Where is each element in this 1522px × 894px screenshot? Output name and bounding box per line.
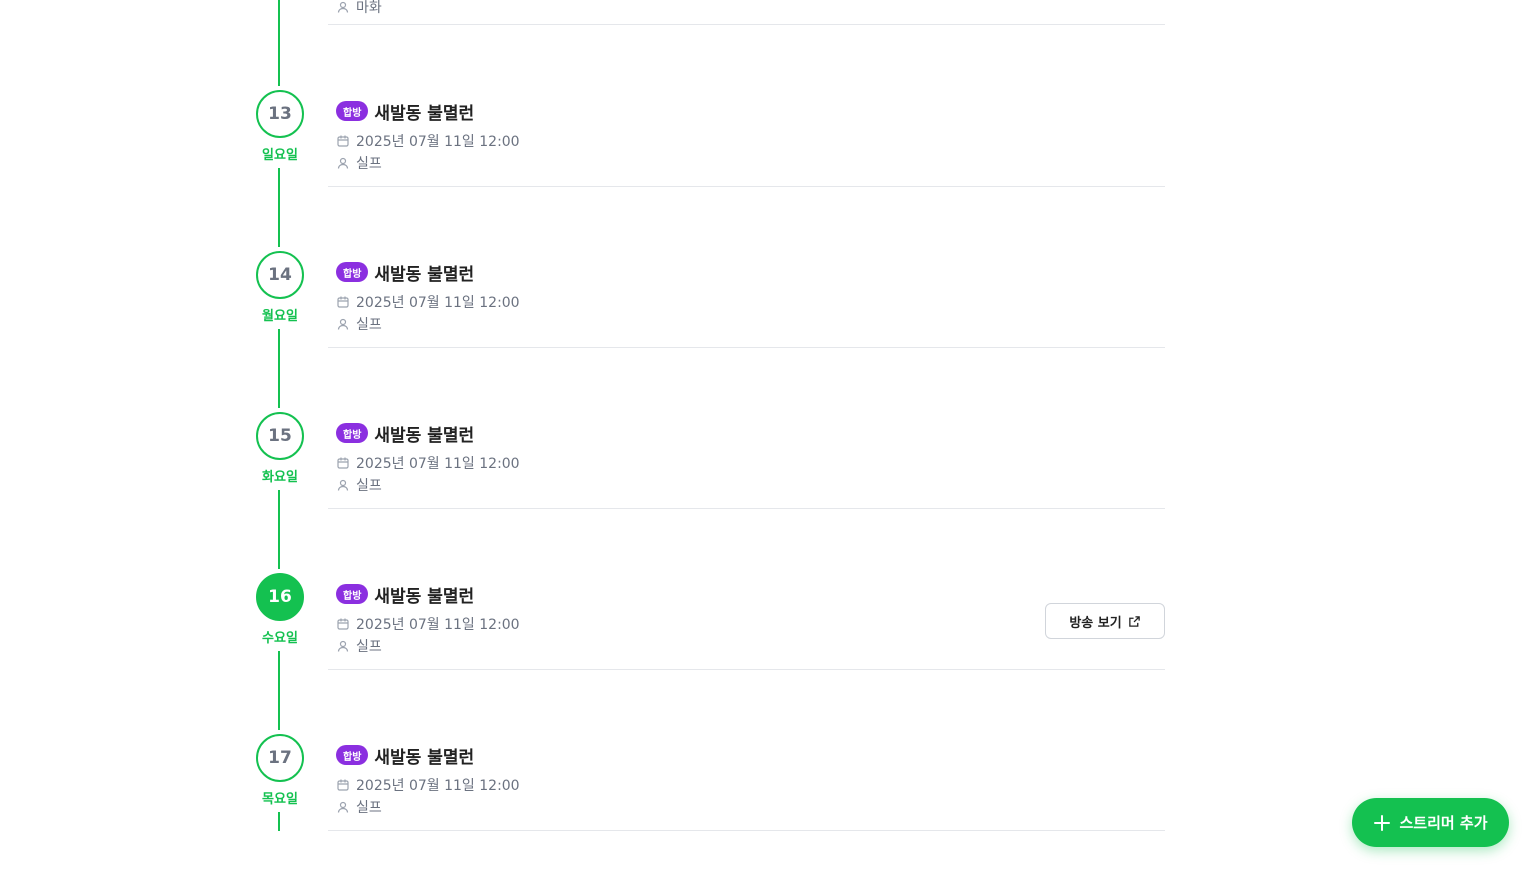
schedule-page: 마화 13 일요일 합방 새발동 불멸런 2025년 07월 11일 12:00… bbox=[0, 0, 1522, 894]
weekday-label: 화요일 bbox=[262, 470, 298, 485]
streamer-meta: 실프 bbox=[336, 314, 382, 334]
title-line: 합방 새발동 불멸런 bbox=[336, 260, 475, 285]
calendar-icon bbox=[337, 296, 349, 308]
streamer-name: 실프 bbox=[356, 156, 382, 172]
day-circle: 13 bbox=[256, 90, 304, 138]
day-circle-today: 16 bbox=[256, 573, 304, 621]
stream-title: 새발동 불멸런 bbox=[374, 264, 475, 285]
collab-badge: 합방 bbox=[336, 745, 369, 765]
streamer-name: 실프 bbox=[356, 478, 382, 494]
schedule-row-partial[interactable]: 마화 bbox=[328, 0, 1165, 25]
watch-stream-label: 방송 보기 bbox=[1069, 615, 1122, 631]
streamer-meta: 실프 bbox=[336, 153, 382, 173]
streamer-meta: 실프 bbox=[336, 636, 382, 656]
timeline-line bbox=[278, 168, 280, 247]
day-circle: 15 bbox=[256, 412, 304, 460]
streamer-name: 실프 bbox=[356, 800, 382, 816]
calendar-icon bbox=[337, 618, 349, 630]
weekday-label: 일요일 bbox=[262, 148, 298, 163]
weekday-label: 월요일 bbox=[262, 309, 298, 324]
schedule-row[interactable]: 합방 새발동 불멸런 2025년 07월 11일 12:00 실프 방송 보기 bbox=[328, 509, 1165, 670]
title-line: 합방 새발동 불멸런 bbox=[336, 99, 475, 124]
stream-datetime: 2025년 07월 11일 12:00 bbox=[356, 778, 520, 794]
add-streamer-button[interactable]: 스트리머 추가 bbox=[1352, 798, 1509, 847]
title-line: 합방 새발동 불멸런 bbox=[336, 582, 475, 607]
stream-title: 새발동 불멸런 bbox=[374, 747, 475, 768]
title-line: 합방 새발동 불멸런 bbox=[336, 743, 475, 768]
calendar-icon bbox=[337, 457, 349, 469]
calendar-icon bbox=[337, 779, 349, 791]
streamer-name: 실프 bbox=[356, 317, 382, 333]
collab-badge: 합방 bbox=[336, 423, 369, 443]
watch-stream-button[interactable]: 방송 보기 bbox=[1045, 603, 1165, 639]
day-circle: 14 bbox=[256, 251, 304, 299]
streamer-meta: 실프 bbox=[336, 475, 382, 495]
stream-title: 새발동 불멸런 bbox=[374, 103, 475, 124]
collab-badge: 합방 bbox=[336, 262, 369, 282]
day-circle: 17 bbox=[256, 734, 304, 782]
timeline-line bbox=[278, 651, 280, 730]
streamer-name: 실프 bbox=[356, 639, 382, 655]
stream-datetime: 2025년 07월 11일 12:00 bbox=[356, 456, 520, 472]
datetime-meta: 2025년 07월 11일 12:00 bbox=[336, 292, 520, 312]
collab-badge: 합방 bbox=[336, 101, 369, 121]
stream-datetime: 2025년 07월 11일 12:00 bbox=[356, 295, 520, 311]
schedule-row[interactable]: 합방 새발동 불멸런 2025년 07월 11일 12:00 실프 bbox=[328, 670, 1165, 831]
weekday-label: 목요일 bbox=[262, 792, 298, 807]
user-icon bbox=[337, 157, 349, 169]
streamer-meta: 실프 bbox=[336, 797, 382, 817]
streamer-meta: 마화 bbox=[336, 0, 382, 17]
weekday-label: 수요일 bbox=[262, 631, 298, 646]
user-icon bbox=[337, 640, 349, 652]
streamer-name: 마화 bbox=[356, 0, 382, 16]
schedule-row[interactable]: 합방 새발동 불멸런 2025년 07월 11일 12:00 실프 bbox=[328, 187, 1165, 348]
schedule-row[interactable]: 합방 새발동 불멸런 2025년 07월 11일 12:00 실프 bbox=[328, 348, 1165, 509]
timeline-line bbox=[278, 329, 280, 408]
stream-datetime: 2025년 07월 11일 12:00 bbox=[356, 134, 520, 150]
timeline-line bbox=[278, 490, 280, 569]
stream-title: 새발동 불멸런 bbox=[374, 425, 475, 446]
datetime-meta: 2025년 07월 11일 12:00 bbox=[336, 775, 520, 795]
external-link-icon bbox=[1128, 615, 1140, 627]
datetime-meta: 2025년 07월 11일 12:00 bbox=[336, 131, 520, 151]
stream-title: 새발동 불멸런 bbox=[374, 586, 475, 607]
timeline-line bbox=[278, 812, 280, 831]
calendar-icon bbox=[337, 135, 349, 147]
title-line: 합방 새발동 불멸런 bbox=[336, 421, 475, 446]
user-icon bbox=[337, 479, 349, 491]
schedule-row[interactable]: 합방 새발동 불멸런 2025년 07월 11일 12:00 실프 bbox=[328, 26, 1165, 187]
plus-icon bbox=[1374, 814, 1391, 831]
user-icon bbox=[337, 1, 349, 13]
datetime-meta: 2025년 07월 11일 12:00 bbox=[336, 453, 520, 473]
timeline-line bbox=[278, 0, 280, 86]
user-icon bbox=[337, 318, 349, 330]
datetime-meta: 2025년 07월 11일 12:00 bbox=[336, 614, 520, 634]
collab-badge: 합방 bbox=[336, 584, 369, 604]
stream-datetime: 2025년 07월 11일 12:00 bbox=[356, 617, 520, 633]
add-streamer-label: 스트리머 추가 bbox=[1399, 814, 1488, 832]
user-icon bbox=[337, 801, 349, 813]
